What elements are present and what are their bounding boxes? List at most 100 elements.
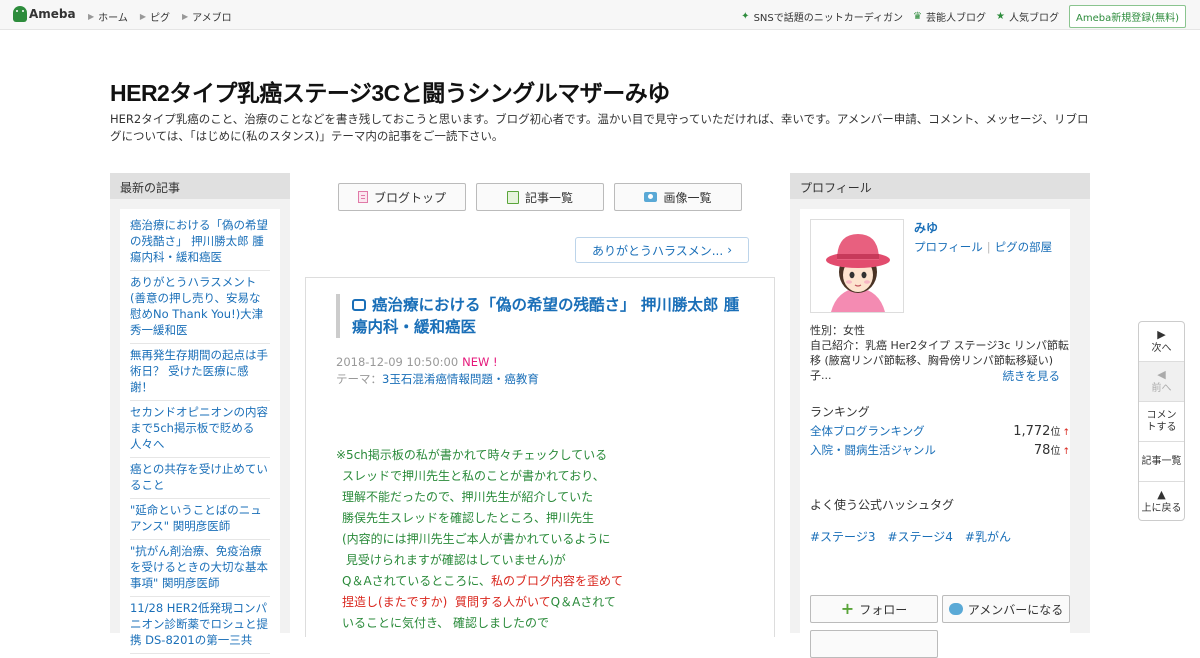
top-right-links: ✦ SNSで話題のニットカーディガン ♛ 芸能人ブログ ★ 人気ブログ Ameba新規… [741, 5, 1186, 28]
article-line: 勝俣先生スレッドを確認したところ、押川先生 [342, 511, 595, 525]
recent-post-item[interactable]: 癌治療における「偽の希望の残酷さ」 押川勝太郎 腫瘍内科・緩和癌医 [130, 217, 270, 271]
read-more-link[interactable]: 続きを見る [1003, 368, 1061, 384]
ranking-number: 78 [1033, 443, 1051, 458]
play-right-icon: ▶ [1157, 327, 1166, 341]
blog-description: HER2タイプ乳癌のこと、治療のことなどを書き残しておこうと思います。ブログ初心… [110, 112, 1089, 143]
profile-box: みゆ プロフィール | ピグの部屋 性別：女性 自己紹介：乳癌 Her2タイプ ステ… [800, 209, 1070, 658]
nav-home-label: ホーム [98, 13, 128, 24]
back-to-top-button[interactable]: ▲ 上に戻る [1139, 482, 1184, 520]
recent-post-item[interactable]: 無再発生存期間の起点は手術日？ 受けた医療に感謝！ [130, 344, 270, 401]
play-left-icon: ◀ [1157, 367, 1166, 381]
arrow-up-icon: ↑ [1062, 447, 1070, 457]
amember-button[interactable]: アメンバーになる [942, 595, 1070, 623]
article-line: スレッドで押川先生と私のことが書かれており、 [342, 469, 605, 483]
follow-button[interactable]: + フォロー [810, 595, 938, 623]
plus-icon: + [840, 599, 855, 618]
extra-button[interactable] [810, 630, 938, 658]
next-post-link[interactable]: ありがとうハラスメン... › [575, 237, 749, 263]
recent-post-item[interactable]: "延命ということばのニュアンス" 関明彦医師 [130, 499, 270, 540]
link-celebrity-blogs[interactable]: ♛ 芸能人ブログ [913, 9, 986, 24]
post-list-button[interactable]: 記事一覧 [476, 183, 604, 211]
ameba-logo-icon [13, 6, 27, 22]
ranking-row: 入院・闘病生活ジャンル 78位 ↑ [810, 442, 1070, 458]
chevron-right-icon: ▶ [182, 12, 189, 21]
nav-ameblo-label: アメブロ [192, 13, 232, 24]
ranking-value: 78位 ↑ [1034, 442, 1070, 458]
article-title[interactable]: 癌治療における「偽の希望の残酷さ」 押川勝太郎 腫瘍内科・緩和癌医 [336, 294, 746, 338]
nav-pigg[interactable]: ▶ ピグ [140, 9, 170, 24]
theme-link[interactable]: 3玉石混淆癌情報問題・癌教育 [382, 372, 539, 386]
blog-nav-buttons: ブログトップ 記事一覧 画像一覧 [338, 183, 742, 211]
prev-button[interactable]: ◀ 前へ [1139, 362, 1184, 402]
profile-name[interactable]: みゆ [914, 219, 938, 236]
ranking-unit: 位 [1050, 427, 1061, 438]
recent-posts-panel: 最新の記事 癌治療における「偽の希望の残酷さ」 押川勝太郎 腫瘍内科・緩和癌医 … [110, 173, 290, 654]
article-line: 捏造し(またですか) 質問する人がいてQ＆Aされて [336, 592, 756, 613]
article-date: 2018-12-09 10:50:00 NEW ! [336, 355, 498, 369]
article-date-text: 2018-12-09 10:50:00 [336, 355, 459, 369]
image-list-button[interactable]: 画像一覧 [614, 183, 742, 211]
recent-post-item[interactable]: 11/28 HER2低発現コンパニオン診断薬でロシュと提携 DS-8201の第一… [130, 597, 270, 654]
blog-title[interactable]: HER2タイプ乳癌ステージ3Cと闘うシングルマザーみゆ [110, 74, 670, 108]
link-trending-label: SNSで話題のニットカーディガン [753, 13, 904, 24]
profile-links: プロフィール | ピグの部屋 [914, 239, 1052, 255]
article-line: Q＆Aされているところに、私のブログ内容を歪めて [336, 571, 756, 592]
blog-top-button[interactable]: ブログトップ [338, 183, 466, 211]
list-icon [506, 190, 519, 204]
recent-post-item[interactable]: "抗がん剤治療、免疫治療を受けるときの大切な基本事項" 関明彦医師 [130, 540, 270, 597]
ranking-name-link[interactable]: 全体ブログランキング [810, 423, 925, 439]
amember-label: アメンバーになる [967, 602, 1064, 617]
link-popular-blogs[interactable]: ★ 人気ブログ [996, 9, 1059, 24]
hashtag-link[interactable]: #乳がん [965, 528, 1011, 545]
ranking-unit: 位 [1050, 446, 1061, 457]
article-line: 理解不能だったので、押川先生が紹介していた [342, 490, 594, 504]
camera-icon [644, 192, 658, 202]
chevron-right-icon: ▶ [139, 12, 147, 21]
post-list-side-label: 記事一覧 [1141, 455, 1182, 467]
comment-button[interactable]: コメントする [1139, 402, 1184, 442]
recent-post-item[interactable]: ありがとうハラスメント(善意の押し売り、安易な慰めNo Thank You!)大… [130, 271, 270, 344]
nav-ameblo[interactable]: ▶ アメブロ [182, 9, 232, 24]
link-celebrity-label: 芸能人ブログ [926, 13, 987, 24]
top-nav: ▶ ホーム ▶ ピグ ▶ アメブロ [88, 9, 232, 24]
post-list-side-button[interactable]: 記事一覧 [1139, 442, 1184, 482]
arrow-up-icon: ↑ [1062, 428, 1070, 438]
image-list-label: 画像一覧 [663, 190, 712, 205]
article-title-text: 癌治療における「偽の希望の残酷さ」 押川勝太郎 腫瘍内科・緩和癌医 [352, 296, 740, 336]
hashtag-title: よく使う公式ハッシュタグ [810, 498, 955, 512]
prev-label: 前へ [1151, 382, 1172, 394]
signup-button[interactable]: Ameba新規登録(無料) [1068, 5, 1186, 28]
top-bar: Ameba ▶ ホーム ▶ ピグ ▶ アメブロ ✦ SNSで話題のニットカーディガン ♛… [0, 0, 1200, 30]
recent-post-item[interactable]: セカンドオピニオンの内容まで5ch掲示板で貶める人々へ [130, 401, 270, 458]
profile-link[interactable]: プロフィール [914, 240, 983, 254]
arrow-up-icon: ▲ [1157, 488, 1166, 501]
ameba-logo[interactable]: Ameba [13, 6, 76, 22]
next-label: 次へ [1151, 342, 1172, 354]
avatar-image [811, 220, 903, 312]
article-line-highlight: 私のブログ内容を歪めて [490, 574, 623, 588]
reblog-icon [352, 299, 366, 311]
hashtag-link[interactable]: #ステージ3 [810, 528, 875, 545]
next-button[interactable]: ▶ 次へ [1139, 322, 1184, 362]
hashtag-link[interactable]: #ステージ4 [887, 528, 952, 545]
profile-gender: 性別：女性 [810, 324, 865, 337]
article: 癌治療における「偽の希望の残酷さ」 押川勝太郎 腫瘍内科・緩和癌医 2018-1… [305, 277, 775, 637]
chevron-right-icon: ▶ [88, 12, 95, 21]
recent-post-item[interactable]: 癌との共存を受け止めていること [130, 458, 270, 499]
nav-home[interactable]: ▶ ホーム [88, 9, 128, 24]
chevron-right-icon: › [727, 243, 733, 257]
article-line-part: Q＆Aされているところに、 [342, 574, 491, 588]
avatar[interactable] [810, 219, 904, 313]
article-line: 見受けられますが確認はしていません)が [342, 553, 566, 567]
ranking-name-link[interactable]: 入院・闘病生活ジャンル [810, 442, 936, 458]
article-line-highlight: 捏造し(またですか) 質問する人がいて [342, 595, 551, 609]
floating-side-nav: ▶ 次へ ◀ 前へ コメントする 記事一覧 ▲ 上に戻る [1138, 321, 1185, 521]
article-line: いることに気付き、 確認しましたので [342, 616, 549, 630]
nav-pigg-label: ピグ [150, 13, 171, 24]
follow-label: フォロー [859, 602, 908, 617]
comment-label: コメントする [1146, 409, 1177, 433]
next-post-label: ありがとうハラスメン... [591, 243, 724, 258]
blog-top-label: ブログトップ [373, 190, 446, 205]
link-trending[interactable]: ✦ SNSで話題のニットカーディガン [741, 9, 903, 24]
pigg-room-link[interactable]: ピグの部屋 [995, 240, 1053, 254]
